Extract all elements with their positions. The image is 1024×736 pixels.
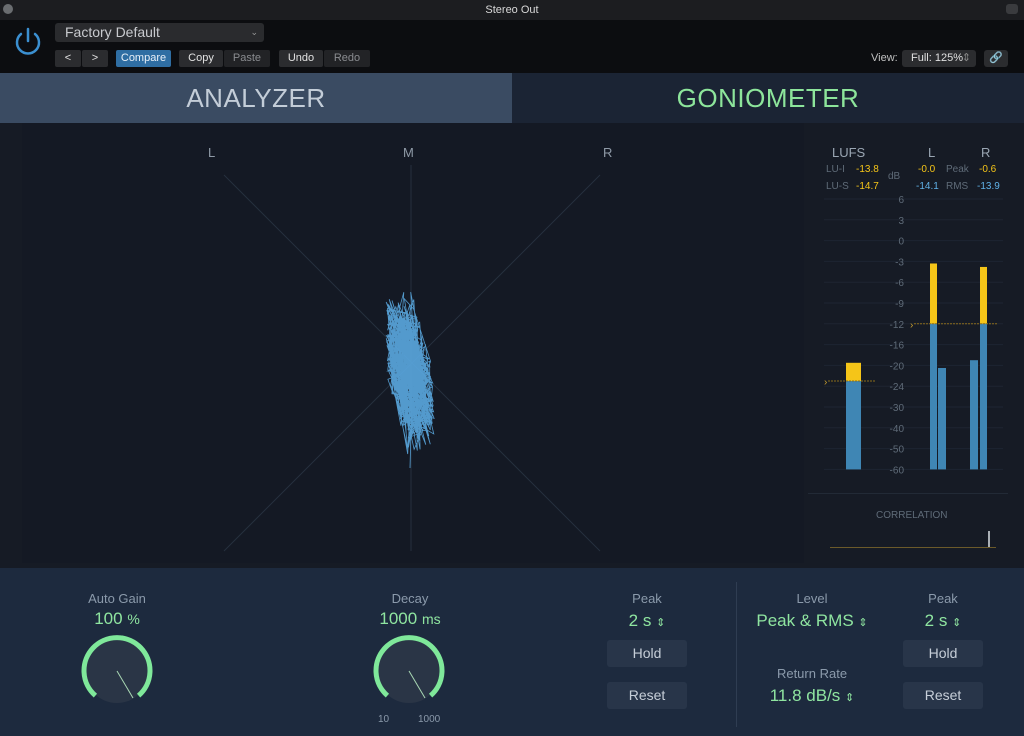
peak-hold-label-left: Peak [632,591,662,606]
right-peak-bar-over [980,266,987,324]
plugin-header: Factory Default ⌄ < > Compare Copy Paste … [0,20,1024,73]
compare-button[interactable]: Compare [116,50,171,67]
auto-gain-knob[interactable] [78,634,158,706]
chevron-down-icon: ⌄ [250,27,258,37]
window-resize-button[interactable] [1006,4,1018,14]
level-label: Level [796,591,828,606]
level-mode-value: Peak & RMS [756,611,854,630]
separator [736,582,737,727]
view-label: View: [871,52,898,64]
next-preset-button[interactable]: > [82,50,108,67]
peak-hold-select-left[interactable]: 2 s ⇕ [597,611,697,631]
preset-dropdown[interactable]: Factory Default ⌄ [55,23,264,42]
goniometer-trace [385,292,435,469]
right-rms-bar [970,360,978,470]
lufs-bar-over [846,362,861,381]
reset-button-left[interactable]: Reset [607,682,687,709]
divider [808,493,1008,494]
decay-unit: ms [421,611,441,627]
hold-button-left[interactable]: Hold [607,640,687,667]
tab-goniometer[interactable]: GONIOMETER [512,73,1024,123]
peak-hold-label-right: Peak [928,591,958,606]
peak-hold-value-left: 2 s [628,611,652,630]
title-bar: Stereo Out [0,0,1024,20]
meter-scale-tick: -9 [895,299,904,310]
tab-analyzer[interactable]: ANALYZER [0,73,512,123]
right-peak-bar [980,323,987,470]
meter-scale-tick: -12 [890,320,905,331]
left-peak-bar-over [930,263,937,324]
stepper-icon: ⇕ [845,692,855,704]
decay-min-label: 10 [378,714,390,725]
correlation-meter-track [830,547,996,548]
meter-scale-tick: 0 [898,237,904,248]
meter-scale-tick: -16 [890,341,905,352]
preset-name: Factory Default [65,24,160,40]
correlation-label: CORRELATION [876,510,948,521]
meter-scale-tick: -50 [890,445,905,456]
peak-hold-value-right: 2 s [924,611,948,630]
auto-gain-label: Auto Gain [88,591,146,606]
stepper-icon: ⇕ [858,617,868,629]
left-peak-bar [930,323,937,470]
window-title: Stereo Out [485,4,539,16]
meter-scale-tick: -30 [890,403,905,414]
level-meters: LUFS L R LU-I -13.8 LU-S -14.7 dB -0.0 P… [808,123,1008,563]
goniometer-plot [223,165,601,552]
control-panel: Auto Gain 100 % Decay 1000 ms 10 1000 Pe… [0,568,1024,736]
meter-scale-tick: -60 [890,465,905,476]
lufs-target-marker: › [824,377,827,388]
stepper-icon: ⇕ [656,617,666,629]
previous-preset-button[interactable]: < [55,50,81,67]
meter-scale-tick: -24 [890,382,905,393]
level-mode-select[interactable]: Peak & RMS ⇕ [742,611,882,631]
return-rate-label: Return Rate [776,666,848,681]
meter-bars: 6 3 0 -3 -6 -9 -12 -16 -20 -24 -30 -40 -50 -60 › › [824,195,1003,476]
mode-tabs: ANALYZER GONIOMETER [0,73,1024,123]
power-icon[interactable] [12,26,44,58]
copy-button[interactable]: Copy [179,50,223,67]
auto-gain-number: 100 [94,609,123,628]
stepper-icon: ⇕ [952,617,962,629]
display-area: L M R LUFS L R LU-I -13.8 LU-S -14.7 dB … [0,123,1024,568]
correlation-indicator [987,531,990,547]
meter-scale-tick: 6 [898,195,904,206]
meter-scale-tick: -6 [895,278,904,289]
paste-button[interactable]: Paste [224,50,270,67]
redo-button[interactable]: Redo [324,50,370,67]
meter-scale-tick: -3 [895,257,904,268]
view-zoom-select[interactable]: Full: 125% ⇕ [902,50,976,67]
auto-gain-unit: % [127,611,140,627]
view-zoom-value: Full: 125% [911,52,963,64]
meter-scale-tick: -20 [890,361,905,372]
return-rate-value: 11.8 dB/s [769,686,841,705]
auto-gain-value: 100 % [57,609,177,629]
threshold-marker: › [910,320,913,331]
left-rms-bar [938,368,946,470]
hold-button-right[interactable]: Hold [903,640,983,667]
decay-number: 1000 [379,609,418,628]
undo-button[interactable]: Undo [279,50,323,67]
stepper-icon: ⇕ [961,52,971,64]
meter-scale-tick: -40 [890,424,905,435]
link-icon[interactable]: 🔗 [984,50,1008,67]
decay-value: 1000 ms [350,609,470,629]
lufs-bar [846,381,861,470]
meter-scale-tick: 3 [898,216,904,227]
decay-max-label: 1000 [418,714,441,725]
window-close-button[interactable] [3,4,13,14]
goniometer-display: L M R [22,123,804,563]
return-rate-select[interactable]: 11.8 dB/s ⇕ [742,686,882,706]
decay-knob[interactable] [370,634,450,706]
decay-label: Decay [391,591,429,606]
reset-button-right[interactable]: Reset [903,682,983,709]
peak-hold-select-right[interactable]: 2 s ⇕ [893,611,993,631]
